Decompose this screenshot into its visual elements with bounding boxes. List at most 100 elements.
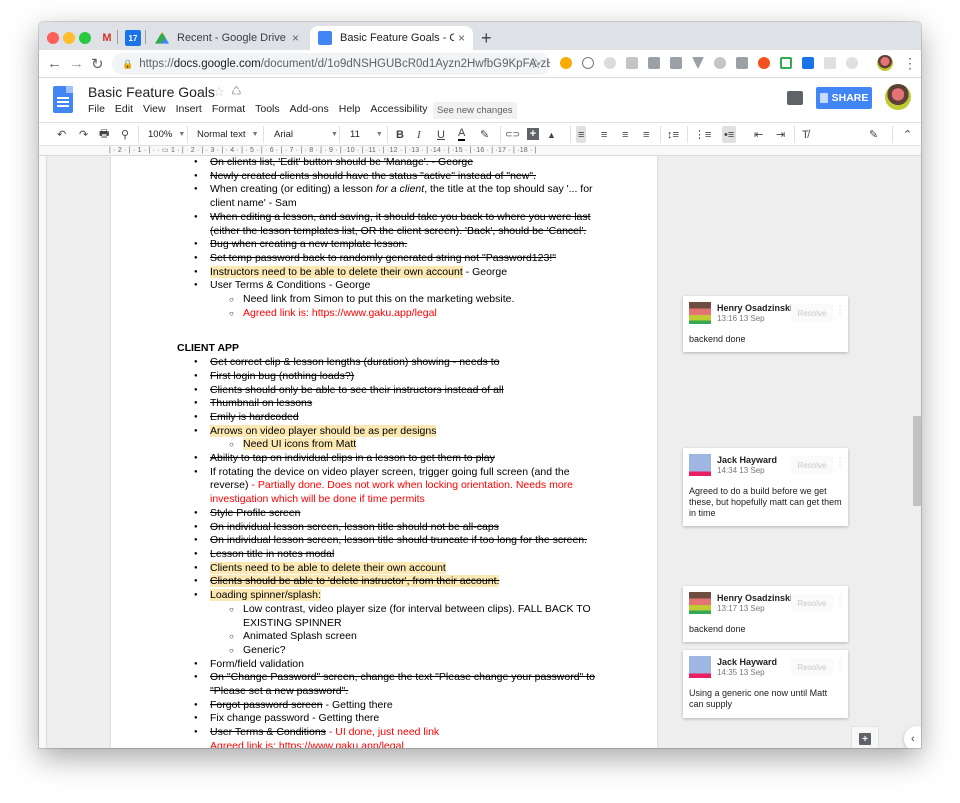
- insert-comment-icon[interactable]: +: [527, 128, 539, 140]
- list-item[interactable]: If rotating the device on video player s…: [177, 466, 597, 507]
- menu-add-ons[interactable]: Add-ons: [290, 103, 329, 115]
- list-item[interactable]: Instructors need to be able to delete th…: [177, 265, 597, 280]
- zoom-select[interactable]: 100% ▼: [148, 126, 185, 143]
- reload-button[interactable]: ↻: [91, 55, 104, 73]
- align-right-button[interactable]: ≡: [622, 126, 628, 143]
- list-item[interactable]: First login bug (nothing loads?): [177, 370, 597, 384]
- list-item[interactable]: On individual lesson screen, lesson titl…: [177, 534, 597, 548]
- list-item[interactable]: Emily is hardcoded: [177, 411, 597, 425]
- decrease-indent-icon[interactable]: ⇤: [754, 126, 763, 143]
- list-item[interactable]: Clients should only be able to see their…: [177, 384, 597, 398]
- pinned-tab-calendar[interactable]: 17: [125, 30, 141, 46]
- sub-list-item[interactable]: Low contrast, video player size (for int…: [177, 603, 597, 630]
- list-item[interactable]: Lesson title in notes modal: [177, 548, 597, 562]
- extension-screenshot-icon[interactable]: [780, 57, 792, 69]
- bulleted-list-icon[interactable]: •≡: [722, 126, 737, 143]
- share-button[interactable]: SHARE: [816, 87, 872, 109]
- list-item[interactable]: When editing a lesson, and saving, it sh…: [177, 211, 597, 238]
- extension-y-icon[interactable]: [648, 57, 660, 69]
- move-to-folder-icon[interactable]: ♺: [231, 84, 242, 98]
- list-item[interactable]: On individual lesson screen, lesson titl…: [177, 521, 597, 535]
- insert-link-icon[interactable]: ⊂⊃: [505, 126, 520, 143]
- maximize-window-button[interactable]: [79, 32, 91, 44]
- close-tab-icon[interactable]: ×: [292, 31, 299, 45]
- document-page[interactable]: On clients list, 'Edit' button should be…: [111, 156, 657, 748]
- extension-v-icon[interactable]: [692, 57, 704, 69]
- bold-button[interactable]: B: [396, 126, 404, 143]
- extension-circle-icon[interactable]: [714, 57, 726, 69]
- italic-button[interactable]: I: [417, 126, 421, 143]
- more-options-icon[interactable]: ⋮: [835, 659, 845, 670]
- list-item[interactable]: User Terms & Conditions - UI done, just …: [177, 726, 597, 740]
- list-item[interactable]: Form/field validation: [177, 658, 597, 672]
- sub-list-item[interactable]: Need UI icons from Matt: [177, 438, 597, 452]
- menu-view[interactable]: View: [143, 103, 166, 115]
- bookmark-star-icon[interactable]: ☆: [530, 56, 542, 72]
- increase-indent-icon[interactable]: ⇥: [776, 126, 785, 143]
- menu-tools[interactable]: Tools: [255, 103, 280, 115]
- highlight-color-icon[interactable]: ✎: [480, 126, 489, 143]
- extension-search-icon[interactable]: [604, 57, 616, 69]
- sub-list-item[interactable]: Need link from Simon to put this on the …: [177, 293, 597, 307]
- comment-card[interactable]: Jack Hayward 14:35 13 Sep Resolve ⋮ Usin…: [683, 650, 848, 718]
- browser-menu-icon[interactable]: ⋮: [903, 55, 917, 72]
- extension-react-icon[interactable]: [824, 57, 836, 69]
- numbered-list-icon[interactable]: ⋮≡: [694, 126, 711, 143]
- close-tab-icon[interactable]: ×: [458, 31, 465, 45]
- list-item[interactable]: Loading spinner/splash:: [177, 589, 597, 603]
- minimize-window-button[interactable]: [63, 32, 75, 44]
- resolve-button[interactable]: Resolve: [791, 456, 833, 474]
- pinned-tab-gmail[interactable]: M: [99, 30, 115, 46]
- font-size-select[interactable]: 11 ▼: [350, 126, 383, 143]
- account-avatar[interactable]: [885, 84, 911, 110]
- text-color-button[interactable]: A: [458, 126, 466, 141]
- tab-google-drive[interactable]: Recent - Google Drive ×: [147, 26, 307, 50]
- list-item[interactable]: Clients need to be able to delete their …: [177, 561, 597, 576]
- tab-basic-feature-goals[interactable]: Basic Feature Goals - Google Docs ×: [310, 26, 473, 50]
- vertical-ruler[interactable]: [39, 156, 47, 748]
- resolve-button[interactable]: Resolve: [791, 658, 833, 676]
- list-item[interactable]: Get correct clip & lesson lengths (durat…: [177, 356, 597, 370]
- list-item[interactable]: Fix change password - Getting there: [177, 712, 597, 726]
- resolve-button[interactable]: Resolve: [791, 304, 833, 322]
- list-item[interactable]: Style Profile screen: [177, 507, 597, 521]
- paragraph-style-select[interactable]: Normal text ▼: [197, 126, 259, 143]
- vertical-scrollbar[interactable]: [913, 416, 921, 506]
- extension-f-icon[interactable]: [802, 57, 814, 69]
- extension-java-icon[interactable]: [560, 57, 572, 69]
- list-item[interactable]: Bug when creating a new template lesson.: [177, 238, 597, 252]
- menu-accessibility[interactable]: Accessibility: [370, 103, 427, 115]
- list-item[interactable]: Arrows on video player should be as per …: [177, 424, 597, 439]
- list-item[interactable]: Forgot password screen - Getting there: [177, 699, 597, 713]
- sub-list-item[interactable]: Agreed link is: https://www.gaku.app/leg…: [177, 307, 597, 321]
- resolve-button[interactable]: Resolve: [791, 594, 833, 612]
- insert-image-icon[interactable]: ▲: [547, 126, 556, 143]
- more-options-icon[interactable]: ⋮: [835, 457, 845, 468]
- see-new-changes-button[interactable]: See new changes: [433, 102, 517, 119]
- justify-button[interactable]: ≡: [643, 126, 649, 143]
- extension-css-icon[interactable]: [626, 57, 638, 69]
- document-body[interactable]: On clients list, 'Edit' button should be…: [177, 156, 597, 748]
- sub-list-item[interactable]: Generic?: [177, 644, 597, 658]
- document-title[interactable]: Basic Feature Goals: [88, 84, 215, 100]
- list-item[interactable]: Newly created clients should have the st…: [177, 170, 597, 184]
- new-tab-button[interactable]: +: [481, 28, 492, 49]
- extension-target-icon[interactable]: [846, 57, 858, 69]
- forward-button[interactable]: →: [69, 55, 84, 72]
- docs-logo-icon[interactable]: [53, 86, 73, 113]
- print-icon[interactable]: 🖶: [99, 126, 109, 143]
- sub-list-item[interactable]: Animated Splash screen: [177, 630, 597, 644]
- comment-card[interactable]: Jack Hayward 14:34 13 Sep Resolve ⋮ Agre…: [683, 448, 848, 526]
- add-comment-button[interactable]: +: [851, 726, 879, 748]
- align-center-button[interactable]: ≡: [601, 126, 607, 143]
- list-item[interactable]: On clients list, 'Edit' button should be…: [177, 156, 597, 170]
- comment-card[interactable]: Henry Osadzinski 13:16 13 Sep Resolve ⋮ …: [683, 296, 848, 352]
- redo-icon[interactable]: ↷: [79, 126, 88, 143]
- list-item[interactable]: Thumbnail on lessons: [177, 397, 597, 411]
- menu-insert[interactable]: Insert: [176, 103, 202, 115]
- underline-button[interactable]: U: [437, 126, 445, 143]
- extension-info-icon[interactable]: [582, 57, 594, 69]
- star-document-icon[interactable]: ☆: [213, 84, 225, 100]
- back-button[interactable]: ←: [47, 55, 62, 72]
- close-window-button[interactable]: [47, 32, 59, 44]
